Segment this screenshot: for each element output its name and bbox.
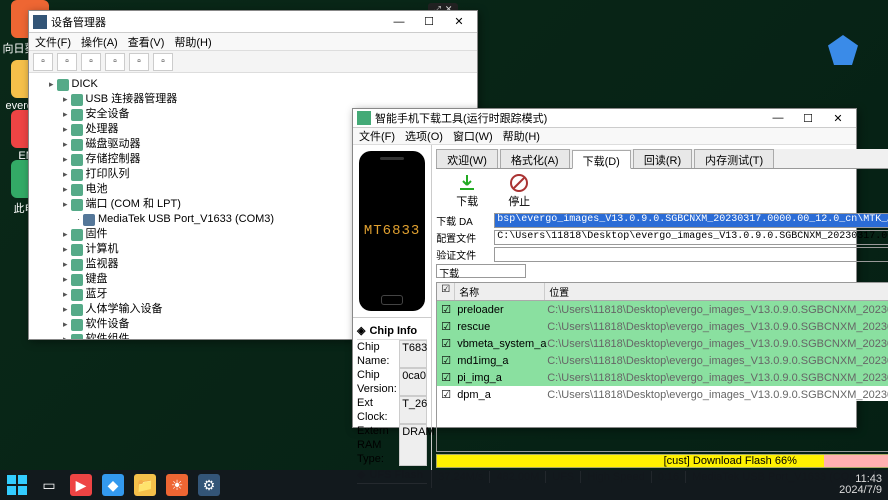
sp-flash-tool-window: 智能手机下载工具(运行时跟踪模式) — ☐ ✕ 文件(F) 选项(O) 窗口(W) 帮… bbox=[352, 108, 857, 428]
da-path-input[interactable]: bsp\evergo_images_V13.0.9.0.SGBCNXM_2023… bbox=[494, 213, 888, 228]
window-title: 智能手机下载工具(运行时跟踪模式) bbox=[375, 110, 760, 126]
root-node[interactable]: DICK bbox=[72, 77, 98, 92]
partition-table[interactable]: ☑名称位置 ☑preloaderC:\Users\11818\Desktop\e… bbox=[436, 282, 888, 452]
thunderbird-icon[interactable] bbox=[828, 35, 858, 65]
toolbar: ▫▫▫▫▫▫ bbox=[29, 51, 477, 73]
help-icon[interactable]: ▫ bbox=[129, 53, 149, 71]
taskbar-app[interactable]: 📁 bbox=[134, 474, 156, 496]
start-button[interactable] bbox=[6, 474, 28, 496]
taskbar: ▭ ▶ ◆ 📁 ☀ ⚙ 11:43 2024/7/9 bbox=[0, 470, 888, 500]
scan-icon[interactable]: ▫ bbox=[153, 53, 173, 71]
taskbar-app[interactable]: ◆ bbox=[102, 474, 124, 496]
download-button[interactable]: 下载 bbox=[456, 173, 478, 209]
taskbar-app[interactable]: ▶ bbox=[70, 474, 92, 496]
tab[interactable]: 下载(D) bbox=[572, 150, 631, 169]
menu-item[interactable]: 窗口(W) bbox=[453, 128, 493, 144]
clock[interactable]: 11:43 2024/7/9 bbox=[839, 474, 882, 496]
menu-bar: 文件(F) 选项(O) 窗口(W) 帮助(H) bbox=[353, 128, 856, 145]
tab[interactable]: 内存测试(T) bbox=[694, 149, 774, 168]
stop-icon bbox=[509, 173, 529, 193]
partition-row[interactable]: ☑preloaderC:\Users\11818\Desktop\evergo_… bbox=[437, 301, 888, 318]
maximize-button[interactable]: ☐ bbox=[794, 109, 822, 127]
menu-item[interactable]: 帮助(H) bbox=[174, 34, 211, 50]
minimize-button[interactable]: — bbox=[385, 13, 413, 31]
minimize-button[interactable]: — bbox=[764, 109, 792, 127]
close-button[interactable]: ✕ bbox=[824, 109, 852, 127]
menu-item[interactable]: 文件(F) bbox=[35, 34, 71, 50]
partition-row[interactable]: ☑dpm_aC:\Users\11818\Desktop\evergo_imag… bbox=[437, 386, 888, 401]
tab-bar: 欢迎(W)格式化(A)下载(D)回读(R)内存测试(T) bbox=[436, 149, 888, 169]
menu-item[interactable]: 操作(A) bbox=[81, 34, 118, 50]
titlebar[interactable]: 设备管理器 — ☐ ✕ bbox=[29, 11, 477, 33]
taskbar-app[interactable]: ⚙ bbox=[198, 474, 220, 496]
tab[interactable]: 欢迎(W) bbox=[436, 149, 498, 168]
taskbar-app[interactable]: ☀ bbox=[166, 474, 188, 496]
partition-row[interactable]: ☑vbmeta_system_aC:\Users\11818\Desktop\e… bbox=[437, 335, 888, 352]
tab[interactable]: 回读(R) bbox=[633, 149, 692, 168]
tree-node[interactable]: USB 连接器管理器 bbox=[63, 92, 471, 107]
app-icon bbox=[357, 111, 371, 125]
menu-item[interactable]: 查看(V) bbox=[128, 34, 165, 50]
menu-item[interactable]: 帮助(H) bbox=[503, 128, 540, 144]
scatter-path-input[interactable]: C:\Users\11818\Desktop\evergo_images_V13… bbox=[494, 230, 888, 245]
refresh-icon[interactable]: ▫ bbox=[81, 53, 101, 71]
auth-path-input[interactable] bbox=[494, 247, 888, 262]
nav-fwd-icon[interactable]: ▫ bbox=[57, 53, 77, 71]
menu-bar: 文件(F) 操作(A) 查看(V) 帮助(H) bbox=[29, 33, 477, 51]
prop-icon[interactable]: ▫ bbox=[105, 53, 125, 71]
partition-row[interactable]: ☑md1img_aC:\Users\11818\Desktop\evergo_i… bbox=[437, 352, 888, 369]
stop-button[interactable]: 停止 bbox=[508, 173, 530, 209]
window-title: 设备管理器 bbox=[51, 14, 381, 30]
partition-row[interactable]: ☑rescueC:\Users\11818\Desktop\evergo_ima… bbox=[437, 318, 888, 335]
taskview-button[interactable]: ▭ bbox=[38, 474, 60, 496]
chip-info-header[interactable]: ◈ Chip Info bbox=[357, 322, 427, 340]
app-icon bbox=[33, 15, 47, 29]
chip-model: MT6833 bbox=[364, 223, 420, 239]
close-button[interactable]: ✕ bbox=[445, 13, 473, 31]
download-mode-select[interactable]: 下载 bbox=[436, 264, 526, 278]
progress-bar: [cust] Download Flash 66% bbox=[436, 454, 888, 468]
menu-item[interactable]: 选项(O) bbox=[405, 128, 443, 144]
partition-row[interactable]: ☑pi_img_aC:\Users\11818\Desktop\evergo_i… bbox=[437, 369, 888, 386]
titlebar[interactable]: 智能手机下载工具(运行时跟踪模式) — ☐ ✕ bbox=[353, 109, 856, 128]
maximize-button[interactable]: ☐ bbox=[415, 13, 443, 31]
download-icon bbox=[457, 173, 477, 193]
menu-item[interactable]: 文件(F) bbox=[359, 128, 395, 144]
nav-back-icon[interactable]: ▫ bbox=[33, 53, 53, 71]
tab[interactable]: 格式化(A) bbox=[500, 149, 570, 168]
phone-preview: MT6833 bbox=[359, 151, 425, 311]
